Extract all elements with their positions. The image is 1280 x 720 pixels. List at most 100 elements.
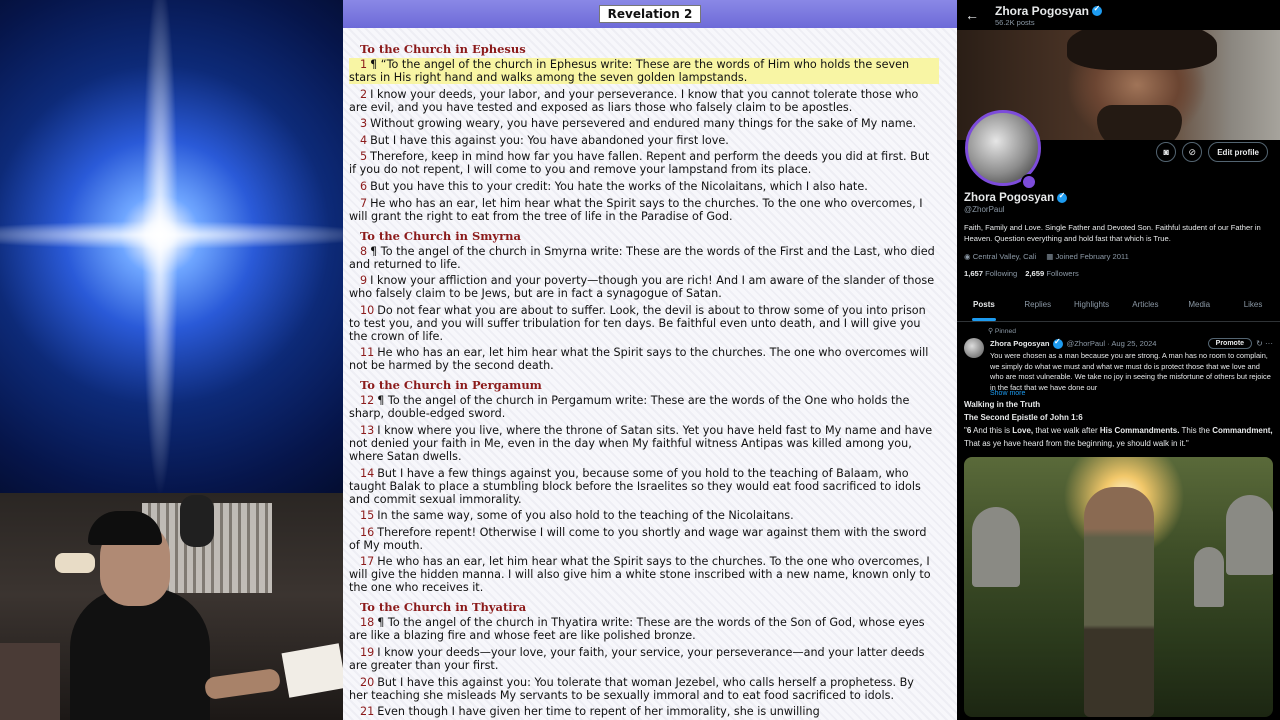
verse-text: In the same way, some of you also hold t… <box>377 509 794 523</box>
webcam-feed <box>0 493 343 720</box>
tab-highlights[interactable]: Highlights <box>1065 288 1119 321</box>
profile-actions: ◙ ⊘ Edit profile <box>1156 142 1268 162</box>
pinned-post[interactable]: ⚲ Pinned Zhora Pogosyan @ZhorPaul · Aug … <box>957 322 1280 396</box>
topbar-name: Zhora Pogosyan <box>995 4 1103 18</box>
scripture-text: Walking in the Truth The Second Epistle … <box>957 396 1280 450</box>
back-arrow-icon[interactable]: ← <box>965 7 981 23</box>
scripture-reference: The Second Epistle of John 1:6 <box>964 413 1083 422</box>
post-options[interactable]: ↻ ··· <box>1256 339 1273 348</box>
verse-number: 13 <box>360 423 375 437</box>
following-label: Following <box>985 269 1018 278</box>
microphone <box>180 495 214 547</box>
scripture-love: Love, <box>1012 426 1034 435</box>
verse[interactable]: 3 Without growing weary, you have perseve… <box>349 117 939 130</box>
followers-count: 2,659 <box>1025 269 1045 278</box>
post-image[interactable] <box>964 457 1273 717</box>
verse-text: I know where you live, where the throne … <box>349 423 933 463</box>
tab-posts[interactable]: Posts <box>957 288 1011 321</box>
scripture-verse: "6 And this is Love, that we walk after … <box>964 426 1273 448</box>
refresh-icon[interactable]: ↻ <box>1256 339 1263 348</box>
verse[interactable]: 1 ¶ “To the angel of the church in Ephesu… <box>349 58 939 84</box>
scripture-part2: that we walk after <box>1035 426 1098 435</box>
subscribe-icon[interactable]: ⊘ <box>1182 142 1203 162</box>
walking-man <box>1084 487 1154 717</box>
verse[interactable]: 15 In the same way, some of you also hold… <box>349 509 939 522</box>
verse-number: 7 <box>360 196 368 210</box>
post-author-name: Zhora Pogosyan <box>990 339 1050 348</box>
verse[interactable]: 5 Therefore, keep in mind how far you hav… <box>349 150 939 176</box>
follow-stats: 1,657 Following 2,659 Followers <box>964 269 1273 278</box>
verse[interactable]: 10 Do not fear what you are about to suff… <box>349 304 939 343</box>
calendar-icon: ▦ <box>1046 252 1056 261</box>
starburst-graphic <box>0 0 343 493</box>
promote-button[interactable]: Promote <box>1207 338 1253 349</box>
verse-text: I know your deeds, your labor, and your … <box>349 87 919 114</box>
verse[interactable]: 4 But I have this against you: You have a… <box>349 134 939 147</box>
post-author[interactable]: Zhora Pogosyan <box>990 337 1063 349</box>
banner-hair <box>1067 30 1217 70</box>
camera-icon[interactable]: ◙ <box>1156 142 1177 162</box>
post-avatar[interactable] <box>964 338 984 358</box>
chapter-title[interactable]: Revelation 2 <box>598 5 702 23</box>
bible-section: To the Church in Thyatira 18 ¶ To the ange… <box>349 600 939 718</box>
banner-beard <box>1097 105 1182 140</box>
tab-media[interactable]: Media <box>1172 288 1226 321</box>
verse[interactable]: 20 But I have this against you: You toler… <box>349 676 939 702</box>
verse-text: He who has an ear, let him hear what the… <box>349 196 923 223</box>
bible-text[interactable]: To the Church in Ephesus 1 ¶ “To the angel… <box>343 28 957 720</box>
edit-profile-button[interactable]: Edit profile <box>1208 142 1268 162</box>
verse-text: He who has an ear, let him hear what the… <box>349 555 931 595</box>
verse-text: Even though I have given her time to rep… <box>377 705 820 719</box>
verse-text: ¶ To the angel of the church in Pergamum… <box>349 394 910 421</box>
tab-articles[interactable]: Articles <box>1118 288 1172 321</box>
verse-number: 17 <box>360 555 375 569</box>
verse[interactable]: 18 ¶ To the angel of the church in Thyati… <box>349 616 939 642</box>
tombstone-right <box>1226 495 1273 575</box>
avatar-badge-icon <box>1021 174 1037 190</box>
section-heading: To the Church in Thyatira <box>360 600 527 615</box>
verse[interactable]: 7 He who has an ear, let him hear what th… <box>349 197 939 223</box>
profile-topbar: ← Zhora Pogosyan 56.2K posts <box>957 0 1280 30</box>
verse[interactable]: 13 I know where you live, where the thron… <box>349 424 939 463</box>
bible-section: To the Church in Pergamum 12 ¶ To the ange… <box>349 378 939 594</box>
section-heading: To the Church in Ephesus <box>360 42 526 56</box>
verse[interactable]: 17 He who has an ear, let him hear what t… <box>349 555 939 594</box>
bible-section: To the Church in Smyrna 8 ¶ To the angel o… <box>349 229 939 373</box>
verse[interactable]: 6 But you have this to your credit: You h… <box>349 180 939 193</box>
verse-number: 1 <box>360 58 368 71</box>
followers-link[interactable]: 2,659 Followers <box>1025 269 1079 278</box>
verse-number: 15 <box>360 509 375 523</box>
verse-number: 2 <box>360 87 368 101</box>
verse-text: But I have this against you: You tolerat… <box>349 675 914 702</box>
verse[interactable]: 19 I know your deeds—your love, your fait… <box>349 646 939 672</box>
verse[interactable]: 14 But I have a few things against you, b… <box>349 467 939 506</box>
verse-text: But I have this against you: You have ab… <box>370 133 729 147</box>
more-icon[interactable]: ··· <box>1265 339 1273 348</box>
join-date: ▦ Joined February 2011 <box>1046 252 1129 261</box>
verse-text: I know your deeds—your love, your faith,… <box>349 645 925 672</box>
bio: Faith, Family and Love. Single Father an… <box>964 223 1261 243</box>
verse-number: 18 <box>360 616 375 630</box>
verse[interactable]: 8 ¶ To the angel of the church in Smyrna … <box>349 245 939 271</box>
verse-text: ¶ To the angel of the church in Thyatira… <box>349 616 925 643</box>
tab-likes[interactable]: Likes <box>1226 288 1280 321</box>
verse[interactable]: 21 Even though I have given her time to r… <box>349 705 939 718</box>
followers-label: Followers <box>1046 269 1079 278</box>
verse[interactable]: 16 Therefore repent! Otherwise I will com… <box>349 526 939 552</box>
section-heading: To the Church in Pergamum <box>360 378 542 393</box>
verse[interactable]: 9I know your affliction and your poverty… <box>349 274 939 300</box>
verse[interactable]: 11 He who has an ear, let him hear what t… <box>349 346 939 372</box>
verse-text: ¶ To the angel of the church in Smyrna w… <box>349 244 935 271</box>
person-body <box>70 588 210 720</box>
verse[interactable]: 2I know your deeds, your labor, and your… <box>349 88 939 114</box>
verse-number: 8 <box>360 244 368 258</box>
verse-number: 4 <box>360 133 368 147</box>
verse[interactable]: 12 ¶ To the angel of the church in Pergam… <box>349 394 939 420</box>
profile-header-row: ◙ ⊘ Edit profile <box>957 110 1280 208</box>
video-panel <box>0 0 343 720</box>
tab-replies[interactable]: Replies <box>1011 288 1065 321</box>
verse-text: Do not fear what you are about to suffer… <box>349 303 926 343</box>
following-link[interactable]: 1,657 Following <box>964 269 1017 278</box>
verse-text: But I have a few things against you, bec… <box>349 466 921 506</box>
verse-number: 5 <box>360 150 368 164</box>
